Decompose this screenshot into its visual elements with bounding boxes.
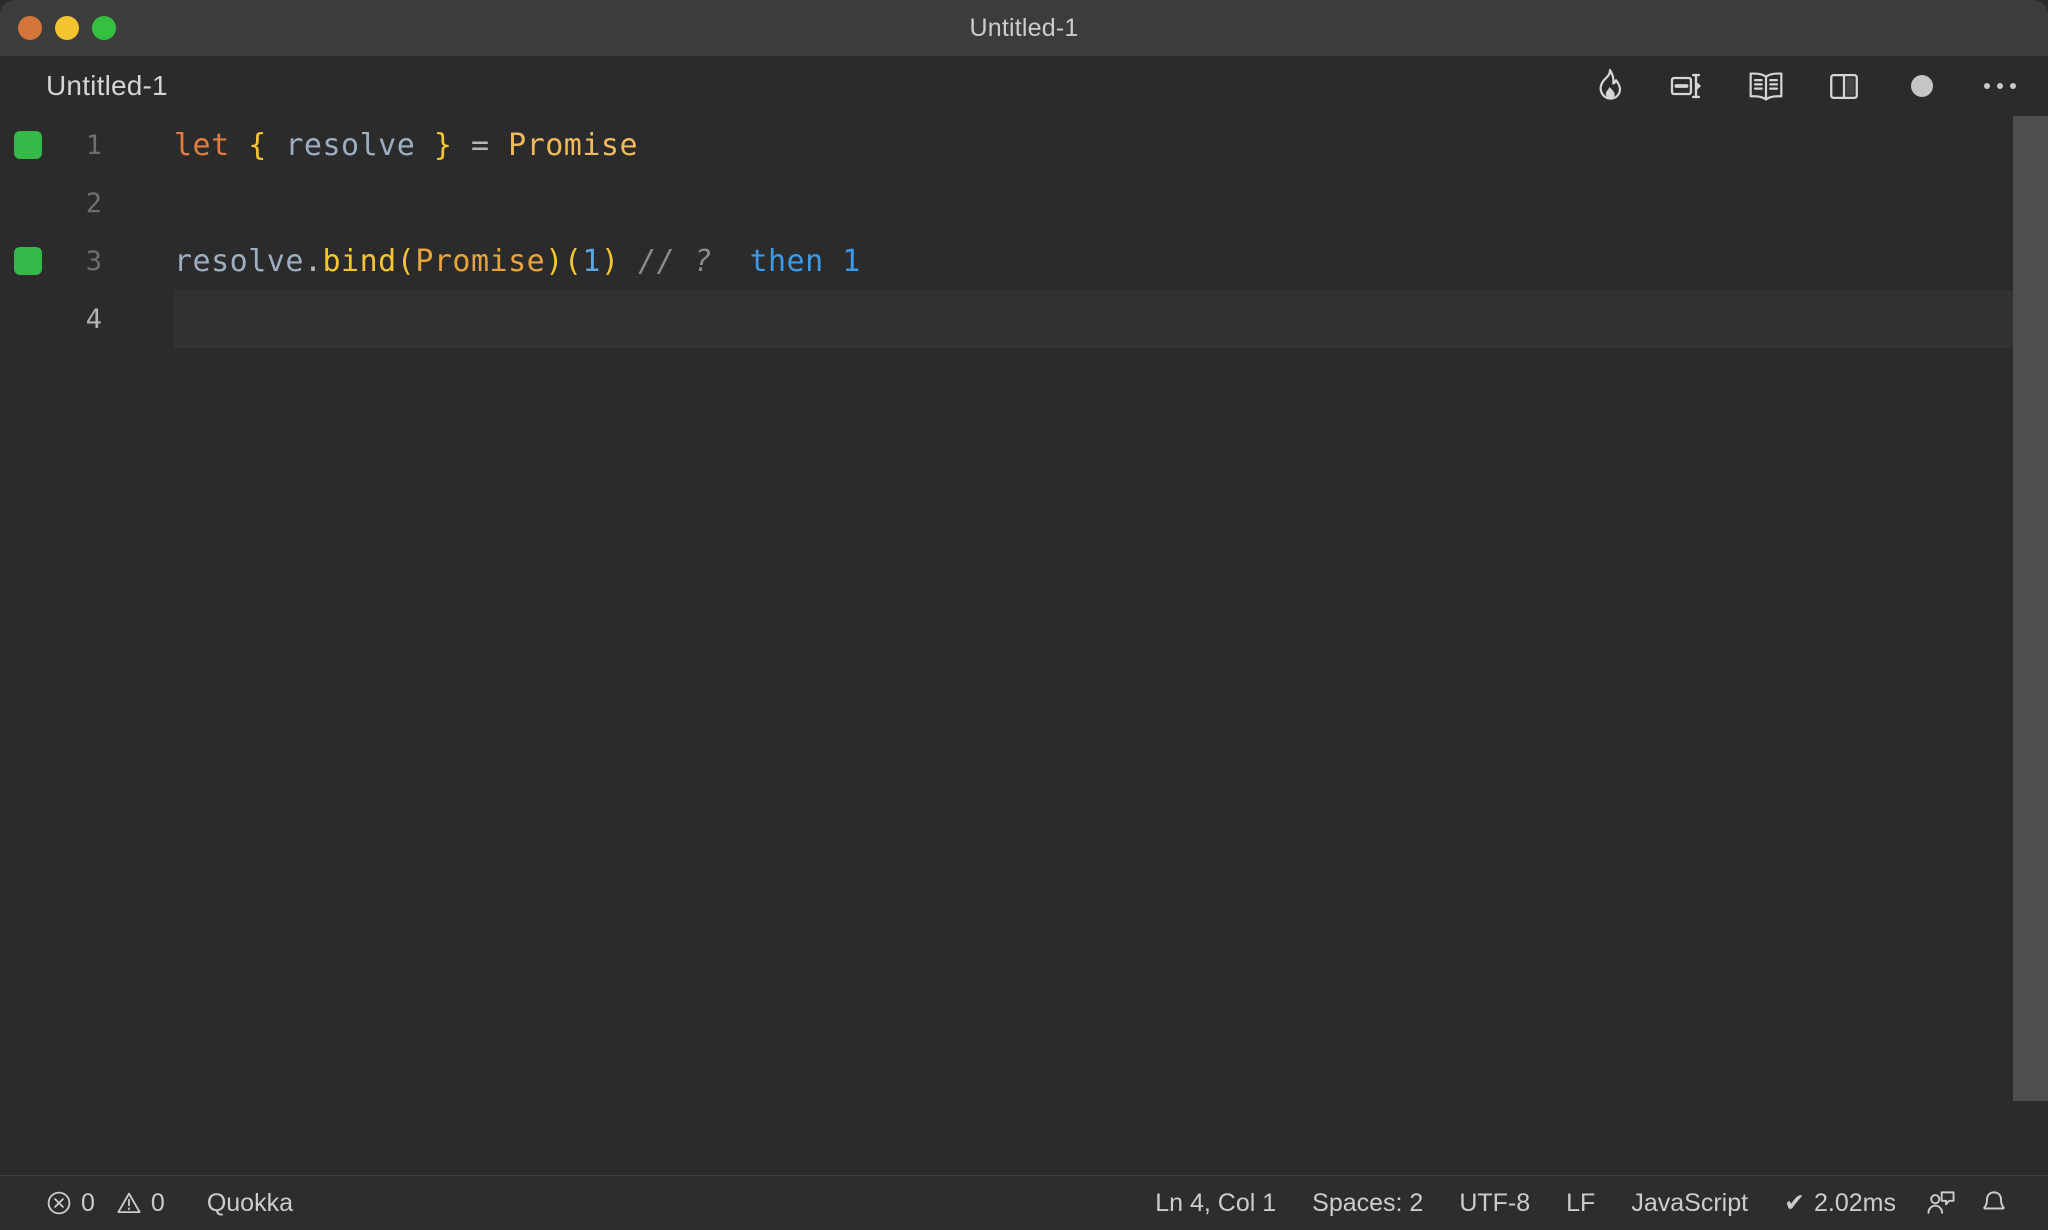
editor-line[interactable]: 2	[0, 174, 2048, 232]
status-bar: 0 0 Quokka Ln 4, Col 1 Spaces: 2 UTF-8 L…	[0, 1175, 2048, 1230]
encoding-label: UTF-8	[1459, 1188, 1531, 1217]
open-preview-icon[interactable]	[1740, 62, 1792, 110]
encoding-status[interactable]: UTF-8	[1441, 1176, 1548, 1230]
code-editor[interactable]: 1 let { resolve } = Promise 2 3 resolve …	[0, 116, 2048, 1175]
vscode-window: Untitled-1 Untitled-1 1 let {resolve} …	[0, 0, 2048, 1230]
line-content[interactable]	[174, 174, 2048, 232]
code-token: Promise	[508, 127, 639, 163]
tab-untitled-1[interactable]: Untitled-1	[46, 70, 168, 102]
title-bar: Untitled-1	[0, 0, 2048, 56]
editor-line-active[interactable]: 4	[0, 290, 2048, 348]
code-token: {	[248, 127, 267, 163]
language-mode-label: JavaScript	[1631, 1188, 1749, 1217]
code-token: let	[174, 127, 230, 163]
cursor-position-status[interactable]: Ln 4, Col 1	[1137, 1176, 1294, 1230]
quokka-coverage-indicator	[14, 131, 42, 159]
editor-line[interactable]: 3 resolve . bind ( Promise ) ( 1 ) // ? …	[0, 232, 2048, 290]
warning-icon	[116, 1190, 142, 1216]
run-time-status[interactable]: ✔ 2.02ms	[1766, 1176, 1914, 1230]
error-count: 0	[81, 1188, 95, 1217]
editor-scrollbar[interactable]	[2013, 116, 2048, 1101]
line-content[interactable]	[174, 290, 2048, 348]
code-token: bind	[322, 243, 397, 279]
bell-icon	[1980, 1189, 2008, 1217]
window-title: Untitled-1	[969, 14, 1079, 42]
indentation-label: Spaces: 2	[1312, 1188, 1424, 1217]
code-comment: // ?	[638, 243, 713, 279]
line-number: 2	[85, 187, 102, 219]
quokka-coverage-indicator	[14, 247, 42, 275]
eol-label: LF	[1566, 1188, 1596, 1217]
code-token: )	[545, 243, 564, 279]
notifications-button[interactable]	[1968, 1176, 2020, 1230]
status-bar-left: 0 0 Quokka	[34, 1176, 311, 1230]
code-token: =	[471, 127, 490, 163]
split-editor-icon[interactable]	[1818, 62, 1870, 110]
line-content[interactable]: resolve . bind ( Promise ) ( 1 ) // ? th…	[174, 232, 2048, 290]
code-token: }	[433, 127, 453, 163]
error-icon	[46, 1190, 72, 1216]
quokka-inline-value: then 1	[749, 243, 861, 279]
close-window-button[interactable]	[18, 16, 42, 40]
code-token: (	[396, 243, 416, 279]
editor-line[interactable]: 1 let { resolve } = Promise	[0, 116, 2048, 174]
record-dot-icon[interactable]	[1896, 62, 1948, 110]
quokka-status[interactable]: Quokka	[189, 1176, 311, 1230]
run-time-label: 2.02ms	[1814, 1188, 1896, 1217]
code-token: resolve	[174, 243, 304, 279]
quokka-flame-icon[interactable]	[1584, 62, 1636, 110]
cursor-position-label: Ln 4, Col 1	[1155, 1188, 1277, 1217]
tab-bar: Untitled-1	[0, 56, 2048, 116]
split-editor-right-icon[interactable]	[1662, 62, 1714, 110]
more-actions-icon[interactable]	[1974, 62, 2026, 110]
eol-status[interactable]: LF	[1548, 1176, 1613, 1230]
language-mode-status[interactable]: JavaScript	[1613, 1176, 1766, 1230]
line-number: 4	[85, 303, 102, 335]
quokka-label: Quokka	[206, 1188, 293, 1217]
feedback-button[interactable]	[1914, 1176, 1968, 1230]
indentation-status[interactable]: Spaces: 2	[1294, 1176, 1441, 1230]
status-bar-right: Ln 4, Col 1 Spaces: 2 UTF-8 LF JavaScrip…	[1137, 1176, 2020, 1230]
editor-actions-toolbar	[1584, 62, 2026, 110]
maximize-window-button[interactable]	[92, 16, 116, 40]
warning-count: 0	[150, 1188, 165, 1217]
feedback-person-icon	[1926, 1189, 1956, 1217]
problems-status[interactable]: 0 0	[34, 1176, 177, 1230]
minimize-window-button[interactable]	[55, 16, 79, 40]
code-token: )	[600, 243, 620, 279]
code-token: resolve	[285, 127, 416, 163]
code-token: Promise	[415, 243, 546, 279]
line-content[interactable]: let { resolve } = Promise	[174, 116, 2048, 174]
window-controls	[18, 0, 116, 56]
code-token: (	[563, 243, 583, 279]
code-token: .	[303, 243, 323, 279]
check-icon: ✔	[1784, 1188, 1806, 1217]
code-token: 1	[582, 243, 601, 279]
